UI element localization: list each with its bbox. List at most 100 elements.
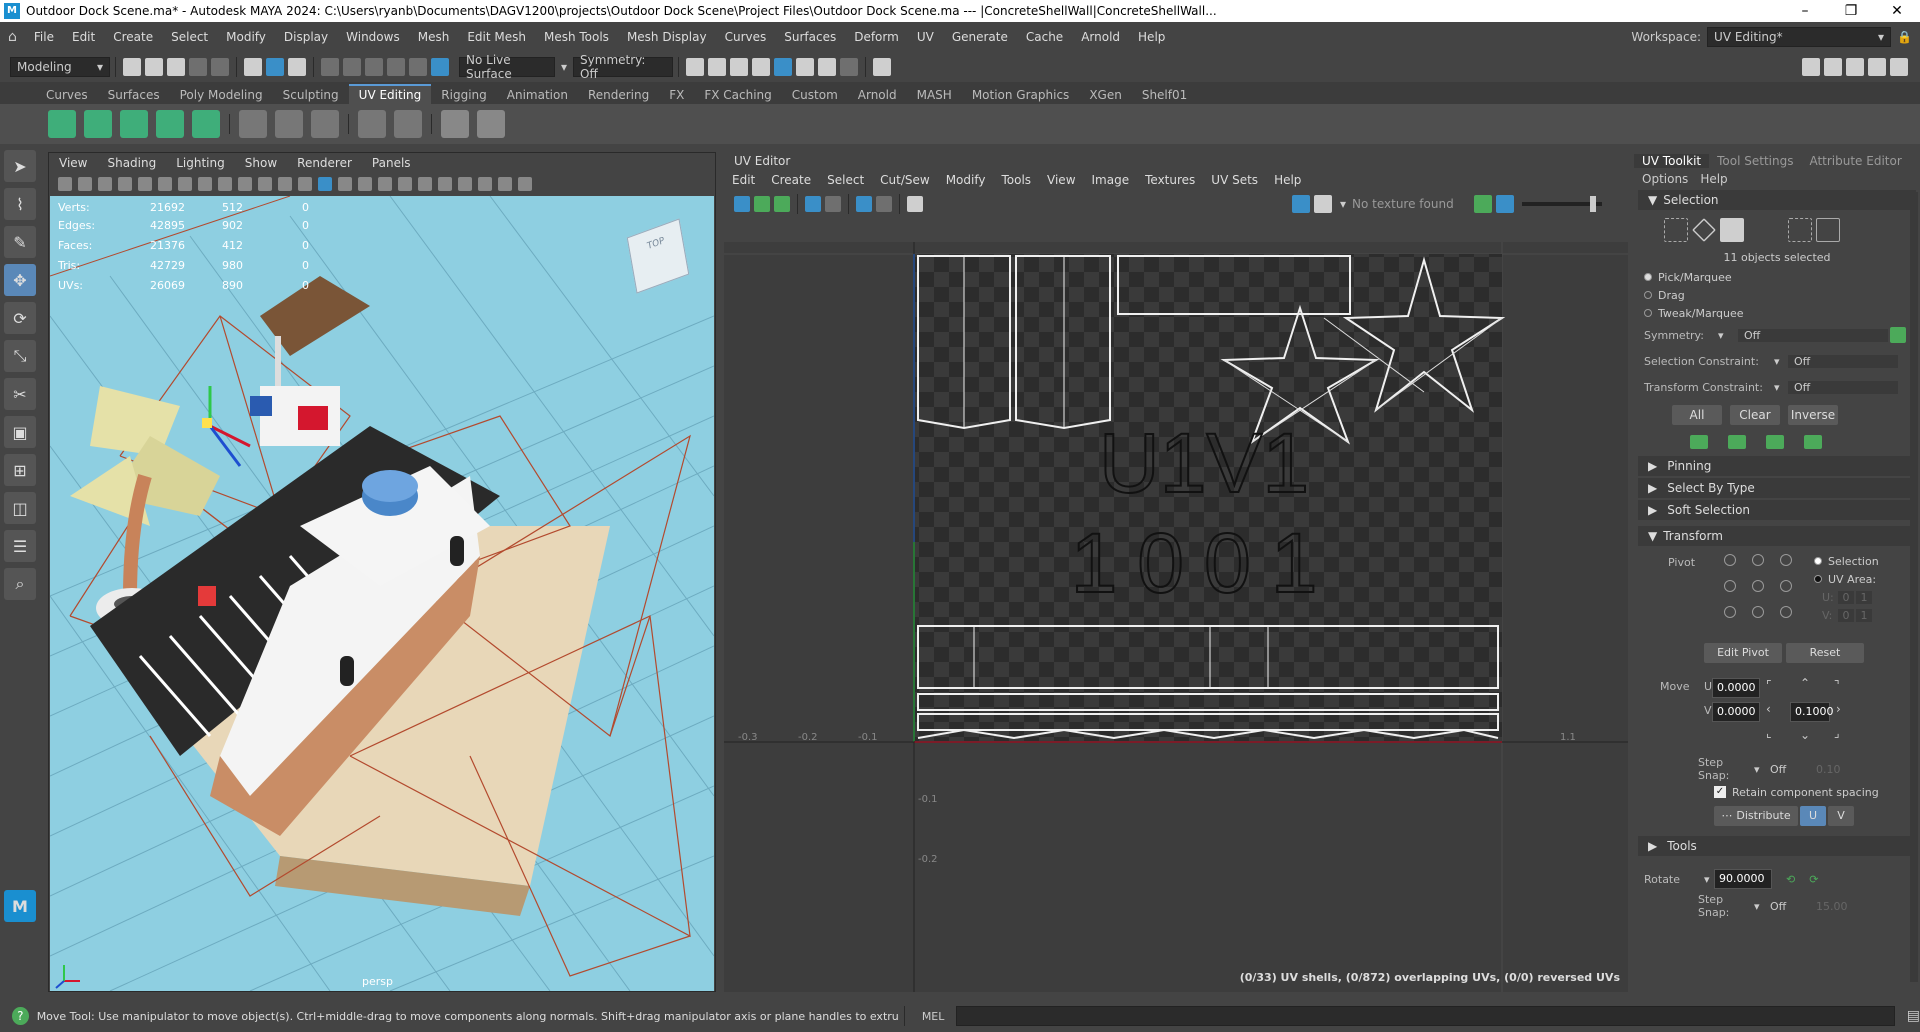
step-snap2-dropdown[interactable]: Off <box>1766 900 1816 913</box>
new-scene-icon[interactable] <box>123 58 141 76</box>
chevron-down-icon[interactable]: ▾ <box>1718 329 1738 342</box>
shelf-tab-surfaces[interactable]: Surfaces <box>98 86 170 104</box>
step-snap2-value[interactable]: 15.00 <box>1816 900 1860 913</box>
chevron-down-icon[interactable]: ▾ <box>561 60 567 74</box>
menu-surfaces[interactable]: Surfaces <box>775 30 845 44</box>
uv-menu-cut-sew[interactable]: Cut/Sew <box>872 173 938 187</box>
shelf-tab-fx[interactable]: FX <box>659 86 694 104</box>
chevron-down-icon[interactable]: ▾ <box>1340 197 1346 211</box>
pivot-bc[interactable] <box>1752 606 1764 618</box>
radio-tweak-marquee[interactable] <box>1644 309 1652 317</box>
menu-edit-mesh[interactable]: Edit Mesh <box>458 30 535 44</box>
uv-vertex-mode-icon[interactable] <box>1664 218 1688 242</box>
sew-uv-icon[interactable] <box>275 110 303 138</box>
grid-icon[interactable] <box>178 177 192 191</box>
move-right-icon[interactable]: › <box>1836 702 1841 716</box>
menu-mesh-display[interactable]: Mesh Display <box>618 30 716 44</box>
home-icon[interactable]: ⌂ <box>8 29 17 45</box>
shelf-tab-animation[interactable]: Animation <box>497 86 578 104</box>
move-up-right-icon[interactable]: ⌝ <box>1834 678 1840 692</box>
uv-menu-help[interactable]: Help <box>1266 173 1309 187</box>
paint-select-icon[interactable]: ✎ <box>4 226 36 258</box>
tab-tool-settings[interactable]: Tool Settings <box>1709 154 1801 168</box>
isolate-select-icon[interactable] <box>478 177 492 191</box>
search-icon[interactable]: ⌕ <box>4 568 36 600</box>
move-down-right-icon[interactable]: ⌟ <box>1834 726 1840 740</box>
save-scene-icon[interactable] <box>167 58 185 76</box>
move-left-icon[interactable]: ‹ <box>1766 702 1771 716</box>
gate-mask-icon[interactable] <box>238 177 252 191</box>
shelf-tab-xgen[interactable]: XGen <box>1079 86 1132 104</box>
distribute-v-button[interactable]: V <box>1828 806 1854 826</box>
redo-icon[interactable] <box>211 58 229 76</box>
cut-uv-icon[interactable] <box>239 110 267 138</box>
select-border-icon[interactable] <box>1766 435 1784 449</box>
menu-uv[interactable]: UV <box>908 30 943 44</box>
uv-distortion-icon[interactable] <box>774 196 790 212</box>
render-settings-icon[interactable] <box>752 58 771 76</box>
vp-menu-renderer[interactable]: Renderer <box>287 156 362 170</box>
move-up-left-icon[interactable]: ⌜ <box>1766 678 1772 692</box>
perspective-viewport[interactable]: View Shading Lighting Show Renderer Pane… <box>48 152 716 992</box>
layout-uv-icon[interactable] <box>358 110 386 138</box>
pivot-tr[interactable] <box>1780 554 1792 566</box>
resolution-gate-icon[interactable] <box>218 177 232 191</box>
uv-menu-modify[interactable]: Modify <box>938 173 994 187</box>
vp-menu-panels[interactable]: Panels <box>362 156 421 170</box>
tab-uv-toolkit[interactable]: UV Toolkit <box>1634 154 1710 168</box>
shelf-tab-rigging[interactable]: Rigging <box>431 86 496 104</box>
xform-constraint-dropdown[interactable]: Off <box>1788 380 1898 394</box>
inverse-selection-button[interactable]: Inverse <box>1788 405 1838 425</box>
unfold-uv-icon[interactable] <box>311 110 339 138</box>
live-surface-field[interactable]: No Live Surface <box>459 53 555 81</box>
shelf-tab-sculpting[interactable]: Sculpting <box>273 86 349 104</box>
select-object-icon[interactable] <box>266 58 284 76</box>
retain-spacing-checkbox[interactable]: ✓ <box>1714 786 1726 798</box>
pivot-u-field[interactable]: 0 <box>1838 590 1854 604</box>
shelf-tab-mash[interactable]: MASH <box>907 86 962 104</box>
rotate-ccw-icon[interactable]: ⟲ <box>1786 873 1795 886</box>
vp-menu-shading[interactable]: Shading <box>97 156 166 170</box>
chevron-down-icon[interactable]: ▾ <box>1754 900 1766 913</box>
uv-menu-uv-sets[interactable]: UV Sets <box>1203 173 1266 187</box>
uv-isolate-icon[interactable] <box>876 196 892 212</box>
pivot-br[interactable] <box>1780 606 1792 618</box>
menu-display[interactable]: Display <box>275 30 337 44</box>
uv-edge-mode-icon[interactable] <box>1692 218 1716 242</box>
distribute-u-button[interactable]: U <box>1800 806 1826 826</box>
multicut-tool-icon[interactable]: ✂ <box>4 378 36 410</box>
viewport-3d-area[interactable]: Verts: 21692 512 0 Edges: 42895 902 0 Fa… <box>50 196 714 991</box>
single-view-icon[interactable]: ▣ <box>4 416 36 448</box>
select-component-icon[interactable] <box>288 58 306 76</box>
menu-deform[interactable]: Deform <box>845 30 908 44</box>
radio-pivot-selection[interactable] <box>1814 557 1822 565</box>
automatic-map-icon[interactable] <box>156 110 184 138</box>
camera-map-icon[interactable] <box>192 110 220 138</box>
modeling-toolkit-icon[interactable] <box>1802 58 1820 76</box>
pivot-ml[interactable] <box>1724 580 1736 592</box>
pivot-v-field-2[interactable]: 1 <box>1856 608 1872 622</box>
planar-map-icon[interactable] <box>48 110 76 138</box>
step-snap-dropdown[interactable]: Off <box>1766 763 1816 776</box>
move-u-field[interactable]: 0.0000 <box>1712 678 1760 698</box>
menu-generate[interactable]: Generate <box>943 30 1017 44</box>
attribute-editor-icon[interactable] <box>1846 58 1864 76</box>
menu-windows[interactable]: Windows <box>337 30 409 44</box>
hypershade-icon[interactable] <box>774 58 793 76</box>
lasso-tool-icon[interactable]: ⌇ <box>4 188 36 220</box>
uv-menu-select[interactable]: Select <box>819 173 872 187</box>
section-select-by-type[interactable]: ▶ Select By Type <box>1638 478 1916 498</box>
radio-pick-marquee[interactable] <box>1644 273 1652 281</box>
lock-icon[interactable]: 🔒 <box>1897 30 1912 44</box>
grease-pencil-icon[interactable] <box>158 177 172 191</box>
slider-handle[interactable] <box>1590 196 1596 212</box>
rotate-field[interactable]: 90.0000 <box>1714 869 1772 889</box>
vp-menu-view[interactable]: View <box>49 156 97 170</box>
uv-shell-mode-icon[interactable] <box>1788 218 1812 242</box>
uv-face-mode-icon[interactable] <box>1720 218 1744 242</box>
shrink-selection-icon[interactable] <box>1728 435 1746 449</box>
camera-select-icon[interactable] <box>58 177 72 191</box>
vp-menu-show[interactable]: Show <box>235 156 287 170</box>
workspace-dropdown[interactable]: UV Editing* ▾ <box>1707 27 1892 47</box>
symmetry-settings-icon[interactable] <box>1890 327 1906 343</box>
